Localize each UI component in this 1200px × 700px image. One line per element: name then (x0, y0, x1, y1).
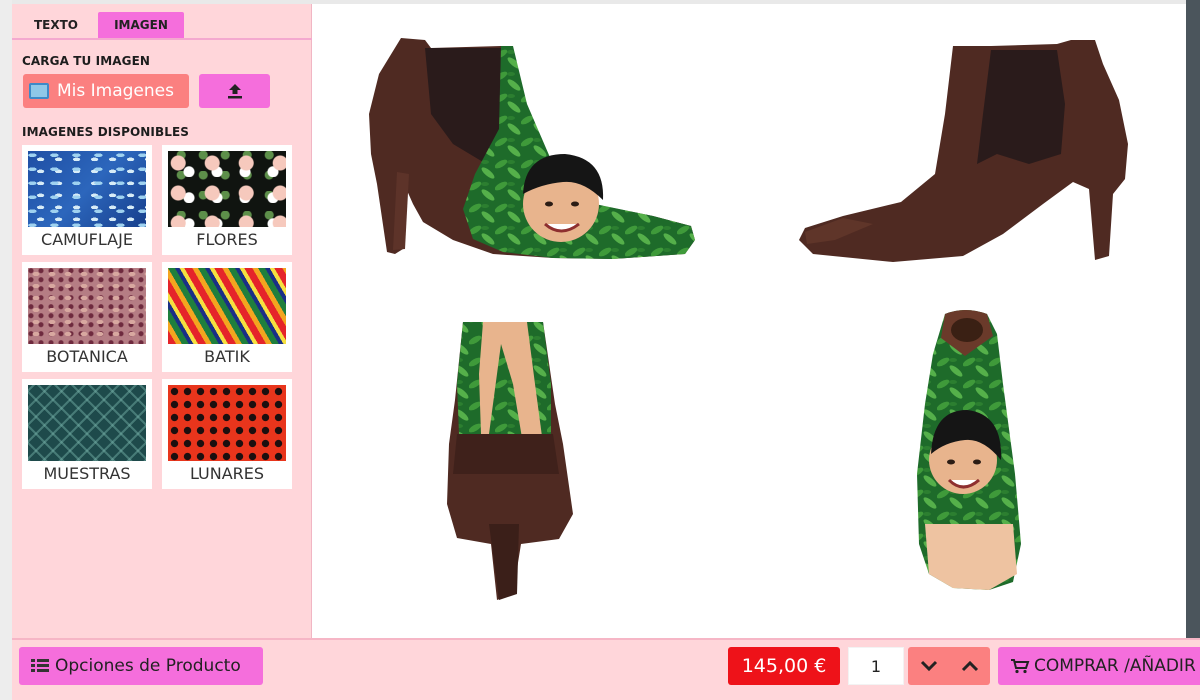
chevron-up-icon (961, 660, 978, 672)
tab-texto[interactable]: TEXTO (18, 12, 94, 38)
list-icon (31, 659, 49, 673)
image-icon (29, 83, 49, 99)
buy-label: COMPRAR /AÑADIR (1034, 656, 1196, 676)
upload-section-title: CARGA TU IMAGEN (22, 54, 151, 68)
pattern-tile-flores[interactable]: FLORES (162, 145, 292, 255)
tab-imagen[interactable]: IMAGEN (98, 12, 184, 38)
buy-button[interactable]: COMPRAR /AÑADIR (998, 647, 1200, 685)
my-images-button[interactable]: Mis Imagenes (23, 74, 189, 108)
pattern-label: LUNARES (189, 464, 265, 483)
price-badge: 145,00 € (728, 647, 840, 685)
pattern-swatch (28, 151, 146, 227)
pattern-swatch (168, 151, 286, 227)
pattern-tile-lunares[interactable]: LUNARES (162, 379, 292, 489)
pattern-swatch (168, 385, 286, 461)
right-edge-bar (1186, 0, 1200, 638)
pattern-swatch (28, 385, 146, 461)
upload-icon (227, 84, 242, 99)
shoe-views (369, 38, 1128, 600)
quantity-increase-button[interactable] (949, 647, 990, 685)
editor-panel: TEXTO IMAGEN CARGA TU IMAGEN Mis Imagene… (12, 4, 312, 638)
window-left-border (0, 0, 12, 700)
bottom-bar: Opciones de Producto 145,00 € COMPRAR /A… (12, 638, 1200, 700)
pattern-tile-muestras[interactable]: MUESTRAS (22, 379, 152, 489)
my-images-label: Mis Imagenes (57, 81, 174, 101)
pattern-label: MUESTRAS (43, 464, 131, 483)
pattern-tile-camuflaje[interactable]: CAMUFLAJE (22, 145, 152, 255)
cart-icon (1011, 659, 1030, 674)
pattern-tile-botanica[interactable]: BOTANICA (22, 262, 152, 372)
product-preview (313, 4, 1186, 638)
chevron-down-icon (920, 660, 937, 672)
pattern-label: BOTANICA (46, 347, 128, 366)
pattern-label: CAMUFLAJE (41, 230, 133, 249)
pattern-swatch (168, 268, 286, 344)
shoe-side-view-right (799, 40, 1128, 262)
available-section-title: IMAGENES DISPONIBLES (22, 125, 190, 139)
shoe-back-view (447, 322, 573, 600)
upload-button[interactable] (199, 74, 270, 108)
shoe-top-view (917, 310, 1021, 590)
product-options-button[interactable]: Opciones de Producto (19, 647, 263, 685)
quantity-decrease-button[interactable] (908, 647, 949, 685)
quantity-stepper (908, 647, 990, 685)
product-options-label: Opciones de Producto (55, 656, 241, 676)
pattern-swatch (28, 268, 146, 344)
pattern-label: BATIK (204, 347, 250, 366)
editor-tabs: TEXTO IMAGEN (12, 10, 312, 40)
pattern-label: FLORES (196, 230, 258, 249)
shoe-side-view-left (369, 38, 695, 259)
quantity-input[interactable] (848, 647, 904, 685)
pattern-tile-batik[interactable]: BATIK (162, 262, 292, 372)
